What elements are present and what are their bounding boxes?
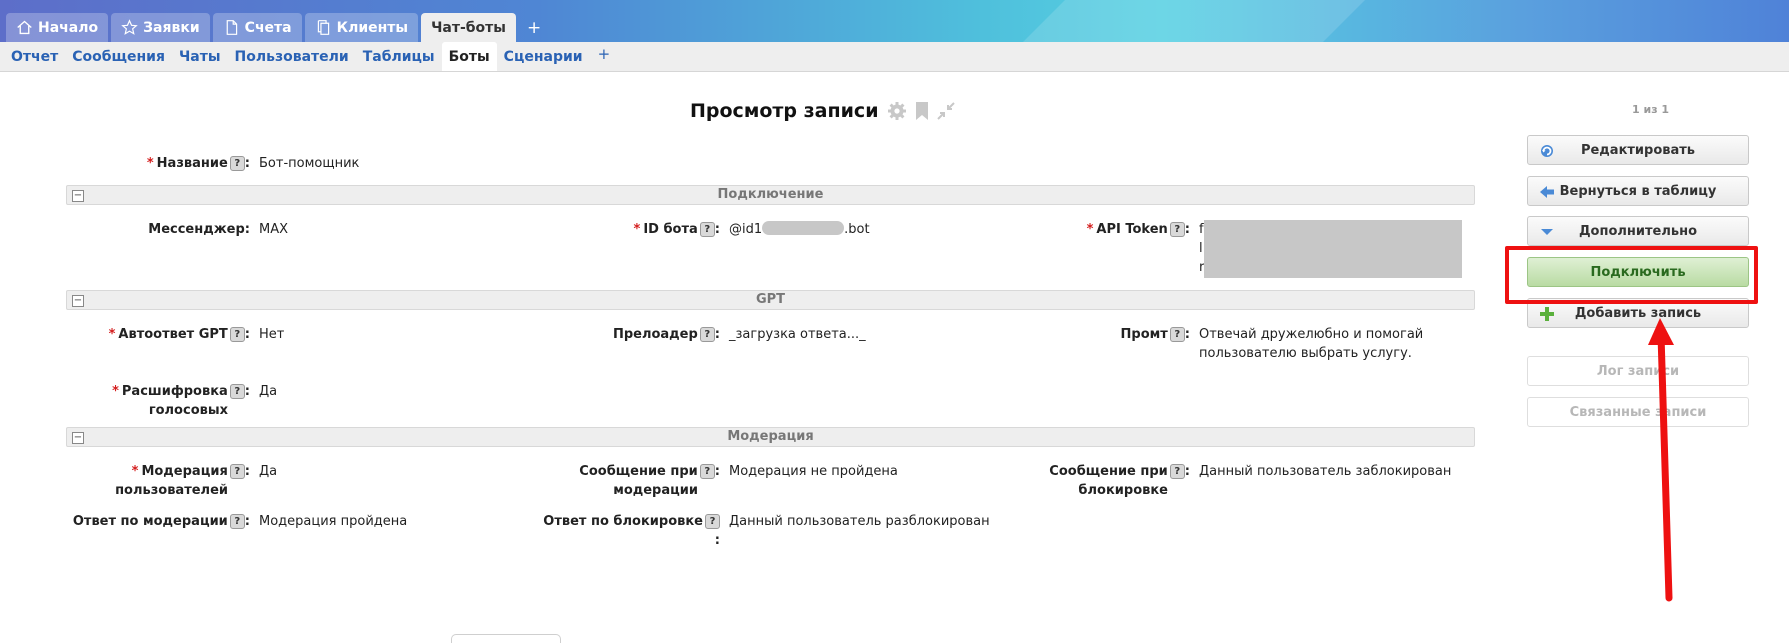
page-title: Просмотр записи <box>690 100 879 122</box>
name-label: * Название?: <box>146 156 250 171</box>
tab-label: Счета <box>244 19 292 36</box>
required-marker: * <box>108 327 116 342</box>
triangle-down-icon <box>1539 224 1555 240</box>
add-tab-button[interactable]: + <box>519 13 549 42</box>
prompt-label: Промт?: <box>1120 327 1190 342</box>
name-value: Бот-помощник <box>259 156 360 171</box>
back-to-table-button[interactable]: Вернуться в таблицу <box>1527 176 1749 206</box>
section-title: GPT <box>755 292 786 307</box>
tab-home[interactable]: Начало <box>6 13 109 42</box>
voice-decode-value: Да <box>259 384 278 399</box>
section-moderation: − Модерация <box>66 427 1475 447</box>
help-icon[interactable]: ? <box>229 327 245 342</box>
page-title-bar: Просмотр записи <box>690 100 955 122</box>
moderation-reply-label: Ответ по модерации?: <box>72 514 250 529</box>
help-icon[interactable]: ? <box>699 222 715 237</box>
edit-button[interactable]: Редактировать <box>1527 135 1749 165</box>
moderation-message-label: Сообщение при?: модерации <box>579 464 720 498</box>
section-title: Подключение <box>717 187 824 202</box>
autoreply-gpt-value: Нет <box>259 327 285 342</box>
api-token-label: * API Token?: <box>1086 222 1190 237</box>
required-marker: * <box>131 464 139 479</box>
star-icon <box>121 19 138 35</box>
help-icon[interactable]: ? <box>699 327 715 342</box>
moderation-message-value: Модерация не пройдена <box>729 464 898 479</box>
sub-navigation-bar: Отчет Сообщения Чаты Пользователи Таблиц… <box>0 42 1789 72</box>
required-marker: * <box>112 384 119 399</box>
tab-invoices[interactable]: Счета <box>212 13 302 42</box>
top-navigation-bar: Начало Заявки Счета Клиенты Чат-боты + <box>0 0 1789 42</box>
voice-decode-label: * Расшифровка?: голосовых <box>112 384 250 418</box>
moderation-reply-value: Модерация пройдена <box>259 514 408 529</box>
subtab-scenarios[interactable]: Сценарии <box>497 42 590 71</box>
tab-label: Клиенты <box>336 19 409 36</box>
messenger-label: Мессенджер: <box>148 222 250 237</box>
block-reply-label: Ответ по блокировке?: <box>543 514 720 548</box>
add-subtab-button[interactable]: + <box>590 36 619 71</box>
record-pager: 1 из 1 <box>1632 103 1670 116</box>
help-icon[interactable]: ? <box>699 464 715 479</box>
required-marker: * <box>146 156 154 171</box>
compress-icon[interactable] <box>936 102 955 120</box>
autoreply-gpt-label: * Автоответ GPT?: <box>108 327 250 342</box>
section-title: Модерация <box>727 429 814 444</box>
preloader-label: Прелоадер?: <box>612 327 720 342</box>
redacted-block <box>762 221 845 235</box>
redacted-block <box>1204 220 1462 278</box>
tab-label: Чат-боты <box>431 19 506 36</box>
help-icon[interactable]: ? <box>229 464 245 479</box>
block-message-label: Сообщение при?: блокировке <box>1049 464 1190 498</box>
user-moderation-value: Да <box>259 464 278 479</box>
required-marker: * <box>1086 222 1094 237</box>
record-log-button[interactable]: Лог записи <box>1527 356 1749 386</box>
header-decoration <box>995 0 1385 42</box>
block-reply-value: Данный пользователь разблокирован <box>729 514 990 529</box>
subtab-users[interactable]: Пользователи <box>228 42 356 71</box>
subtab-bots[interactable]: Боты <box>441 42 497 71</box>
annotation-arrow <box>1648 318 1674 602</box>
help-icon[interactable]: ? <box>1169 222 1185 237</box>
help-icon[interactable]: ? <box>229 514 245 529</box>
bookmark-icon[interactable] <box>915 101 929 121</box>
arrow-left-icon <box>1539 184 1555 200</box>
help-icon[interactable]: ? <box>1169 327 1185 342</box>
subtab-messages[interactable]: Сообщения <box>65 42 172 71</box>
subtab-report[interactable]: Отчет <box>4 42 65 71</box>
required-marker: * <box>633 222 641 237</box>
tab-chatbots[interactable]: Чат-боты <box>421 13 516 42</box>
plus-icon <box>1539 306 1555 322</box>
tab-clients[interactable]: Клиенты <box>304 13 419 42</box>
annotation-highlight-box <box>1505 246 1758 304</box>
section-gpt: − GPT <box>66 290 1475 310</box>
subtab-chats[interactable]: Чаты <box>172 42 228 71</box>
block-message-value: Данный пользователь заблокирован <box>1199 464 1452 479</box>
preloader-value: _загрузка ответа..._ <box>729 327 866 342</box>
refresh-icon <box>1539 143 1555 159</box>
subtab-tables[interactable]: Таблицы <box>356 42 442 71</box>
top-tabs: Начало Заявки Счета Клиенты Чат-боты + <box>6 13 549 42</box>
tab-label: Начало <box>38 19 99 36</box>
tab-requests[interactable]: Заявки <box>111 13 210 42</box>
bot-id-value: @id1 .bot <box>729 221 870 237</box>
copy-icon <box>317 20 329 35</box>
section-connection: − Подключение <box>66 185 1475 205</box>
messenger-value: MAX <box>259 222 289 237</box>
related-records-button[interactable]: Связанные записи <box>1527 397 1749 427</box>
more-button[interactable]: Дополнительно <box>1527 216 1749 246</box>
gear-icon[interactable] <box>887 101 907 121</box>
user-moderation-label: * Модерация?: пользователей <box>115 464 250 498</box>
home-icon <box>17 20 32 35</box>
help-icon[interactable]: ? <box>229 156 245 171</box>
bot-id-label: * ID бота?: <box>633 222 720 237</box>
help-icon[interactable]: ? <box>1169 464 1185 479</box>
help-icon[interactable]: ? <box>705 514 720 529</box>
tab-label: Заявки <box>143 19 200 36</box>
sub-tabs: Отчет Сообщения Чаты Пользователи Таблиц… <box>4 42 618 71</box>
prompt-value: Отвечай дружелюбно и помогай пользовател… <box>1199 327 1424 361</box>
document-icon <box>226 20 237 35</box>
help-icon[interactable]: ? <box>229 384 245 399</box>
